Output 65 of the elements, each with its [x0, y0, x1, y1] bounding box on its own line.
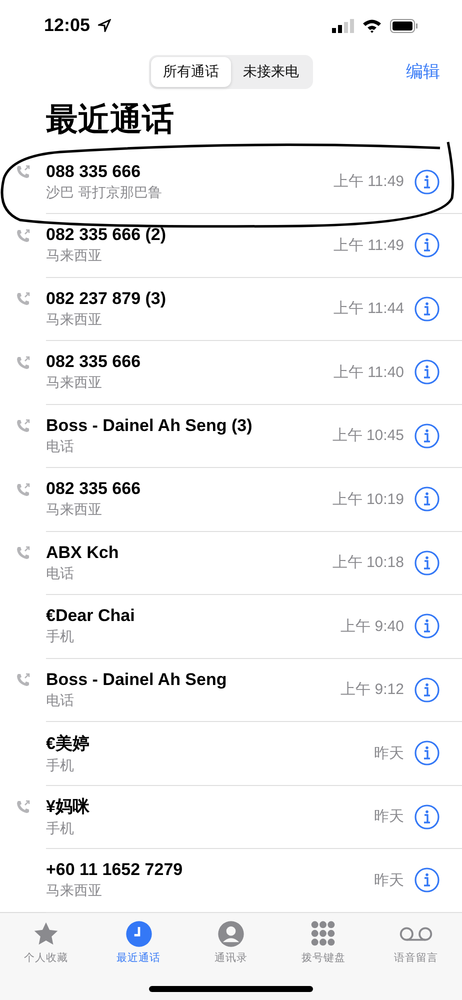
tab-bar-item[interactable]: 个人收藏	[6, 919, 86, 966]
call-label: 马来西亚	[46, 882, 103, 900]
caller-name: 088 335 666	[46, 162, 142, 182]
call-time: 上午 10:18	[332, 553, 404, 572]
clock-icon	[124, 920, 153, 948]
call-time: 上午 10:19	[332, 490, 404, 509]
call-label: 手机	[46, 628, 75, 646]
call-label: 马来西亚	[46, 247, 103, 266]
call-label: 手机	[46, 756, 75, 775]
location-arrow-icon	[98, 19, 112, 32]
wifi-icon	[362, 18, 382, 33]
info-button[interactable]	[414, 740, 440, 766]
tab-bar-item[interactable]: 最近通话	[98, 919, 179, 966]
caller-name: €美婷	[46, 732, 90, 755]
tab-bar-item[interactable]: 语音留言	[376, 919, 456, 966]
info-button[interactable]	[414, 613, 440, 640]
caller-name: Boss - Dainel Ah Seng	[46, 670, 228, 690]
caller-name: 082 237 879 (3)	[46, 288, 168, 309]
tab-bar-item[interactable]: 拨号键盘	[283, 919, 364, 966]
caller-name: 082 335 666	[46, 479, 142, 500]
battery-icon	[390, 18, 418, 33]
call-time: 昨天	[374, 870, 404, 890]
caller-name: Boss - Dainel Ah Seng (3)	[46, 416, 254, 436]
call-time: 上午 10:45	[332, 426, 404, 446]
segment-tab[interactable]: 未接来电	[231, 57, 311, 88]
call-label: 马来西亚	[46, 310, 103, 329]
call-label: 电话	[46, 438, 75, 456]
signal-icon	[332, 18, 354, 33]
caller-name: ABX Kch	[46, 542, 120, 563]
call-time: 上午 11:49	[333, 236, 404, 255]
info-button[interactable]	[414, 550, 440, 576]
person-icon	[216, 920, 245, 948]
call-label: 沙巴 哥打京那巴鲁	[46, 184, 163, 202]
segment-tab[interactable]: 所有通话	[151, 57, 231, 88]
caller-name: €Dear Chai	[46, 606, 136, 626]
info-button[interactable]	[414, 867, 440, 894]
caller-name: 082 335 666 (2)	[46, 225, 168, 246]
call-time: 昨天	[374, 807, 404, 826]
caller-name: ¥妈咪	[46, 796, 90, 818]
edit-button[interactable]: 编辑	[406, 60, 440, 83]
info-button[interactable]	[414, 486, 440, 512]
page-title: 最近通话	[46, 100, 175, 140]
call-label: 手机	[46, 820, 75, 838]
info-button[interactable]	[414, 422, 440, 449]
info-button[interactable]	[414, 296, 440, 322]
info-button[interactable]	[414, 804, 440, 830]
call-time: 上午 9:40	[340, 616, 404, 636]
status-time: 12:05	[44, 15, 90, 36]
caller-name: 082 335 666	[46, 352, 142, 372]
info-button[interactable]	[414, 232, 440, 258]
call-label: 电话	[46, 564, 75, 583]
caller-name: +60 11 1652 7279	[46, 860, 184, 880]
call-time: 上午 11:49	[333, 172, 404, 192]
call-label: 马来西亚	[46, 374, 103, 392]
info-button[interactable]	[414, 676, 440, 703]
call-label: 马来西亚	[46, 501, 103, 520]
keypad-icon	[309, 920, 338, 948]
call-time: 上午 9:12	[340, 680, 404, 700]
info-button[interactable]	[414, 168, 440, 195]
call-time: 昨天	[374, 744, 404, 763]
call-time: 上午 11:44	[333, 299, 404, 318]
info-button[interactable]	[414, 359, 440, 386]
call-label: 电话	[46, 692, 75, 710]
call-time: 上午 11:40	[333, 362, 404, 382]
tab-bar-item[interactable]: 通讯录	[190, 919, 271, 966]
